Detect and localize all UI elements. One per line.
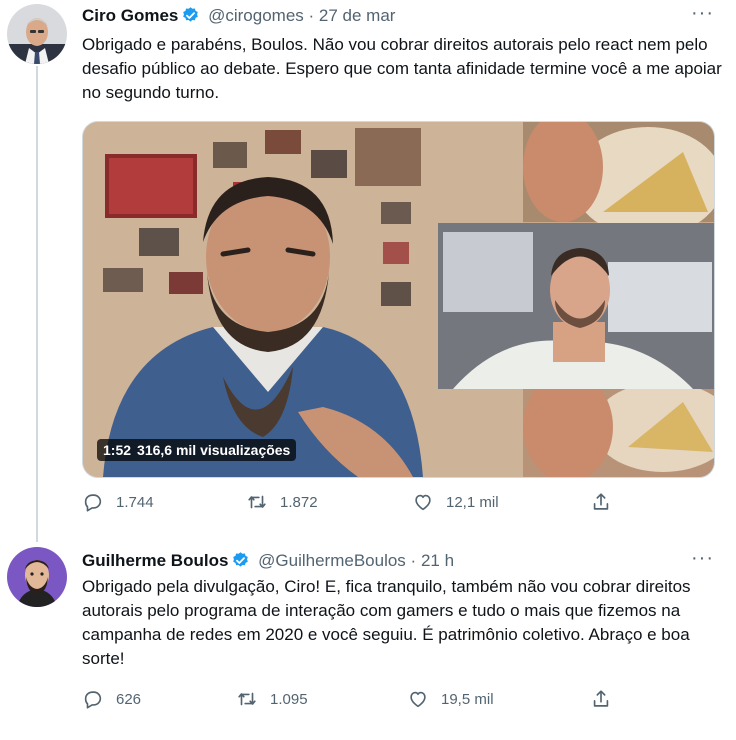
tweet-timestamp[interactable]: 21 h: [421, 551, 454, 570]
more-options-icon[interactable]: ···: [691, 547, 714, 570]
author-name[interactable]: Ciro Gomes: [82, 6, 178, 25]
like-button[interactable]: 12,1 mil: [412, 491, 499, 513]
action-bar: 626 1.095 19,5 mil: [82, 688, 622, 718]
tweet-header: Guilherme Boulos @GuilhermeBoulos · 21 h: [82, 550, 454, 572]
retweet-count: 1.095: [270, 690, 308, 708]
video-player[interactable]: 1:52 316,6 mil visualizações: [82, 121, 715, 478]
reply-icon: [84, 494, 102, 512]
retweet-button[interactable]: 1.872: [246, 491, 318, 513]
verified-badge-icon: [231, 551, 250, 570]
avatar[interactable]: [7, 4, 67, 64]
author-handle[interactable]: @GuilhermeBoulos: [258, 551, 406, 570]
retweet-count: 1.872: [280, 493, 318, 511]
retweet-icon: [248, 495, 266, 509]
thread-connector-line: [36, 66, 38, 542]
share-button[interactable]: [590, 491, 612, 513]
video-views: 316,6 mil visualizações: [137, 442, 291, 458]
tweet-text: Obrigado e parabéns, Boulos. Não vou cob…: [82, 35, 722, 102]
author-name[interactable]: Guilherme Boulos: [82, 551, 228, 570]
retweet-button[interactable]: 1.095: [236, 688, 308, 710]
like-count: 12,1 mil: [446, 493, 499, 511]
like-icon: [415, 494, 431, 511]
tweet-header: Ciro Gomes @cirogomes · 27 de mar: [82, 5, 395, 27]
more-options-icon[interactable]: ···: [691, 2, 714, 25]
video-stats-badge: 1:52 316,6 mil visualizações: [97, 439, 297, 461]
tweet-text: Obrigado pela divulgação, Ciro! E, fica …: [82, 577, 691, 668]
like-count: 19,5 mil: [441, 690, 494, 708]
like-button[interactable]: 19,5 mil: [407, 688, 494, 710]
tweet-timestamp[interactable]: 27 de mar: [319, 6, 396, 25]
reply-button[interactable]: 1.744: [82, 491, 154, 513]
verified-badge-icon: [181, 6, 200, 25]
dot-separator: ·: [308, 6, 315, 25]
video-duration: 1:52: [103, 442, 132, 458]
author-handle[interactable]: @cirogomes: [208, 6, 304, 25]
tweet-ciro[interactable]: Ciro Gomes @cirogomes · 27 de mar ··· Ob…: [0, 0, 736, 542]
reply-count: 1.744: [116, 493, 154, 511]
share-icon: [593, 690, 609, 707]
action-bar: 1.744 1.872 12,1 mil: [82, 491, 622, 521]
reply-count: 626: [116, 690, 142, 708]
video-thumbnail: [83, 122, 714, 477]
tweet-boulos[interactable]: Guilherme Boulos @GuilhermeBoulos · 21 h…: [0, 530, 736, 740]
dot-separator: ·: [410, 551, 417, 570]
avatar[interactable]: [7, 547, 67, 607]
reply-button[interactable]: 626: [82, 688, 141, 710]
reply-icon: [84, 691, 102, 709]
retweet-icon: [238, 692, 256, 706]
share-icon: [593, 493, 609, 510]
share-button[interactable]: [590, 688, 612, 710]
like-icon: [410, 691, 426, 708]
